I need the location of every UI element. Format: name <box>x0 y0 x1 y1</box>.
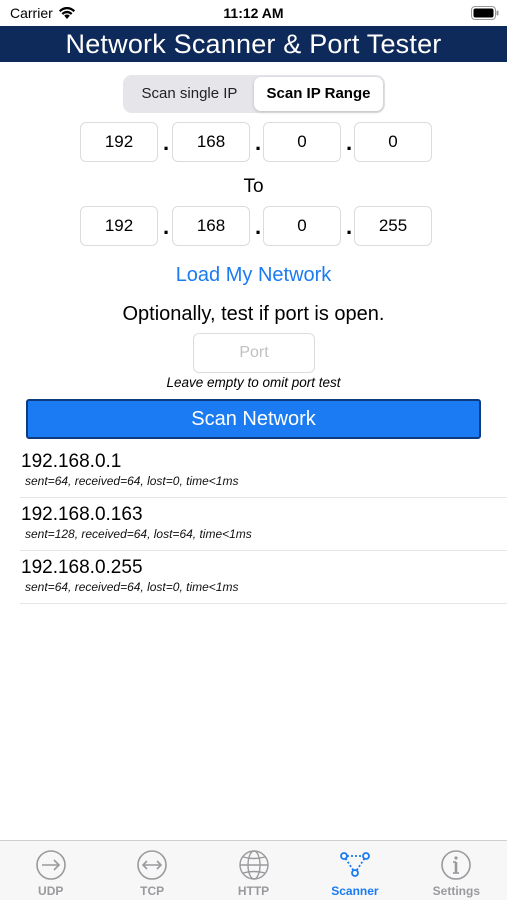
port-omit-note: Leave empty to omit port test <box>166 375 341 390</box>
octet-separator: . <box>345 214 353 239</box>
tab-label: TCP <box>140 884 165 898</box>
segment-scan-ip-range[interactable]: Scan IP Range <box>254 77 383 111</box>
list-item[interactable]: 192.168.0.1 sent=64, received=64, lost=0… <box>20 445 507 498</box>
scan-mode-segmented-control[interactable]: Scan single IP Scan IP Range <box>123 75 385 113</box>
octet-separator: . <box>254 214 262 239</box>
start-octet-3-field[interactable]: 0 <box>263 122 341 162</box>
range-end-ip: 192 . 168 . 0 . 255 <box>80 206 434 248</box>
status-bar: Carrier 11:12 AM <box>0 0 507 26</box>
load-my-network-link[interactable]: Load My Network <box>0 264 507 287</box>
tab-label: UDP <box>38 884 64 898</box>
start-octet-4-field[interactable]: 0 <box>354 122 432 162</box>
result-ip: 192.168.0.255 <box>21 557 143 578</box>
scan-network-button[interactable]: Scan Network <box>26 399 481 439</box>
to-label: To <box>243 176 264 197</box>
end-octet-1-field[interactable]: 192 <box>80 206 158 246</box>
page-title: Network Scanner & Port Tester <box>0 26 507 62</box>
network-nodes-icon <box>338 848 372 882</box>
octet-separator: . <box>254 130 262 155</box>
tab-label: Settings <box>432 884 480 898</box>
tab-bar: UDP TCP HTTP Scanner Settings <box>0 840 507 900</box>
tab-label: Scanner <box>331 884 379 898</box>
end-octet-3-field[interactable]: 0 <box>263 206 341 246</box>
tab-tcp[interactable]: TCP <box>101 841 202 900</box>
tab-scanner[interactable]: Scanner <box>304 841 405 900</box>
port-hint-text: Optionally, test if port is open. <box>122 303 385 325</box>
list-item[interactable]: 192.168.0.255 sent=64, received=64, lost… <box>20 551 507 604</box>
info-circle-icon <box>439 848 473 882</box>
globe-icon <box>237 848 271 882</box>
battery-icon <box>471 6 499 25</box>
tab-settings[interactable]: Settings <box>406 841 507 900</box>
octet-separator: . <box>345 130 353 155</box>
arrow-left-right-circle-icon <box>135 848 169 882</box>
result-detail: sent=64, received=64, lost=0, time<1ms <box>25 474 239 488</box>
range-start-ip: 192 . 168 . 0 . 0 <box>80 122 434 164</box>
octet-separator: . <box>162 130 170 155</box>
end-octet-2-field[interactable]: 168 <box>172 206 250 246</box>
result-detail: sent=64, received=64, lost=0, time<1ms <box>25 580 239 594</box>
list-item[interactable]: 192.168.0.163 sent=128, received=64, los… <box>20 498 507 551</box>
octet-separator: . <box>162 214 170 239</box>
tab-label: HTTP <box>237 884 270 898</box>
status-time: 11:12 AM <box>223 5 284 21</box>
tab-udp[interactable]: UDP <box>0 841 101 900</box>
port-input[interactable]: Port <box>193 333 315 373</box>
tab-http[interactable]: HTTP <box>203 841 304 900</box>
result-ip: 192.168.0.163 <box>21 504 143 525</box>
start-octet-2-field[interactable]: 168 <box>172 122 250 162</box>
end-octet-4-field[interactable]: 255 <box>354 206 432 246</box>
scan-results-list: 192.168.0.1 sent=64, received=64, lost=0… <box>20 445 507 604</box>
result-detail: sent=128, received=64, lost=64, time<1ms <box>25 527 252 541</box>
segment-scan-single-ip[interactable]: Scan single IP <box>125 77 254 111</box>
start-octet-1-field[interactable]: 192 <box>80 122 158 162</box>
arrow-right-circle-icon <box>34 848 68 882</box>
result-ip: 192.168.0.1 <box>21 451 122 472</box>
